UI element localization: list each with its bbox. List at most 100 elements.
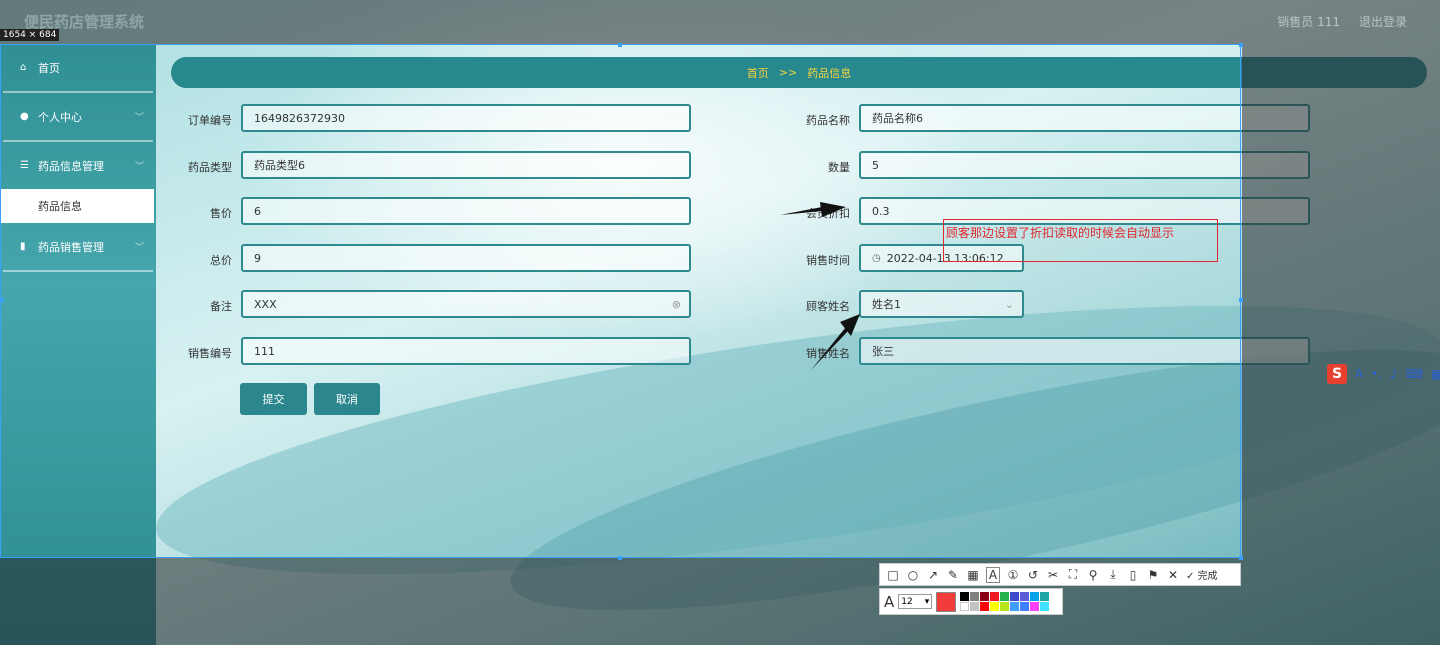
arrow-tool-icon[interactable]: ↗ <box>926 568 940 582</box>
sidebar-item-drug-info-management[interactable]: ☰ 药品信息管理 ﹀ <box>0 142 156 189</box>
order-no-value: 1649826372930 <box>254 111 345 125</box>
color-swatch[interactable] <box>1020 592 1030 601</box>
top-header: 便民药店管理系统 销售员 111 退出登录 <box>0 0 1440 44</box>
sidebar-item-label: 首页 <box>38 61 60 75</box>
screenshot-toolbar: □ ○ ↗ ✎ ▦ A ① ↺ ✂ ⛶ ⚲ ⤓ ▯ ⚑ ✕ ✓ 完成 <box>879 563 1241 586</box>
undo-icon[interactable]: ↺ <box>1026 568 1040 582</box>
drug-name-value: 药品名称6 <box>872 112 923 125</box>
download-icon[interactable]: ⤓ <box>1106 567 1120 582</box>
color-swatch[interactable] <box>970 602 980 611</box>
color-swatch[interactable] <box>1040 592 1050 601</box>
dim-overlay <box>1242 44 1440 558</box>
number-tool-icon[interactable]: ① <box>1006 568 1020 582</box>
sidebar-item-label: 药品销售管理 <box>38 240 104 254</box>
close-icon[interactable]: ✕ <box>1166 568 1180 582</box>
breadcrumb-current: 药品信息 <box>807 66 852 80</box>
rectangle-tool-icon[interactable]: □ <box>886 568 900 582</box>
drug-type-label: 药品类型 <box>188 161 232 174</box>
color-swatch[interactable] <box>990 602 1000 611</box>
remark-label: 备注 <box>210 300 232 313</box>
order-no-field[interactable]: 1649826372930 <box>241 104 691 132</box>
text-tool-icon[interactable]: A <box>986 566 1000 583</box>
member-discount-label: 会员折扣 <box>806 207 850 220</box>
color-swatch[interactable] <box>1030 592 1040 601</box>
color-swatch[interactable] <box>1010 592 1020 601</box>
color-swatch[interactable] <box>1040 602 1050 611</box>
ime-mode[interactable]: A <box>1355 367 1363 381</box>
breadcrumb-separator: >> <box>778 66 798 79</box>
font-size-select[interactable]: 12 ▾ <box>898 594 933 609</box>
chevron-down-icon: ⌄ <box>1004 297 1014 311</box>
pen-tool-icon[interactable]: ✎ <box>946 568 960 582</box>
phone-icon[interactable]: ▯ <box>1126 568 1140 582</box>
color-swatch[interactable] <box>1030 602 1040 611</box>
sale-time-label: 销售时间 <box>806 254 850 267</box>
chevron-down-icon: ﹀ <box>134 162 144 172</box>
color-swatch[interactable] <box>990 592 1000 601</box>
bookmark-icon[interactable]: ⚑ <box>1146 568 1160 582</box>
scissors-icon[interactable]: ✂ <box>1046 568 1060 582</box>
drug-type-field[interactable]: 药品类型6 <box>241 151 691 179</box>
fullscreen-icon[interactable]: ⛶ <box>1066 567 1080 582</box>
chevron-down-icon: ▾ <box>924 596 930 607</box>
sidebar-subitem-drug-info[interactable]: 药品信息 <box>0 189 154 223</box>
seller-name-label: 销售姓名 <box>806 347 850 360</box>
chevron-down-icon: ﹀ <box>134 113 144 123</box>
resize-handle[interactable] <box>618 43 622 47</box>
ime-logo-icon[interactable]: S <box>1327 364 1347 384</box>
clear-icon[interactable]: ⊗ <box>672 298 681 311</box>
done-button[interactable]: ✓ 完成 <box>1186 567 1218 582</box>
sidebar-item-label: 药品信息管理 <box>38 159 104 173</box>
resize-handle[interactable] <box>0 298 4 302</box>
user-icon: ● <box>20 111 29 122</box>
drug-type-value: 药品类型6 <box>254 159 305 172</box>
sale-no-label: 销售编号 <box>188 347 232 360</box>
sidebar-item-label: 个人中心 <box>38 110 82 124</box>
chart-icon: ▮ <box>20 241 26 252</box>
ime-toolbar: S A •, ♪ ⌨ ▦ <box>1327 364 1440 384</box>
cancel-button[interactable]: 取消 <box>314 383 380 415</box>
sale-no-field[interactable]: 111 <box>241 337 691 365</box>
color-swatch[interactable] <box>1000 602 1010 611</box>
font-icon: A <box>884 592 895 611</box>
punctuation-icon[interactable]: •, <box>1371 367 1382 381</box>
annotation-text[interactable]: 顾客那边设置了折扣读取的时候会自动显示 <box>946 224 1174 241</box>
sidebar-item-drug-sales-management[interactable]: ▮ 药品销售管理 ﹀ <box>0 223 156 270</box>
color-swatch[interactable] <box>970 592 980 601</box>
breadcrumb: 首页 >> 药品信息 <box>171 57 1427 88</box>
color-swatch[interactable] <box>980 602 990 611</box>
color-swatch[interactable] <box>980 592 990 601</box>
resize-handle[interactable] <box>1239 298 1243 302</box>
resize-handle[interactable] <box>1239 43 1243 47</box>
color-swatch[interactable] <box>960 602 970 611</box>
submit-button[interactable]: 提交 <box>240 383 307 415</box>
home-icon: ⌂ <box>20 62 27 73</box>
ellipse-tool-icon[interactable]: ○ <box>906 568 920 582</box>
remark-field[interactable]: XXX ⊗ <box>241 290 691 318</box>
order-no-label: 订单编号 <box>188 114 232 127</box>
color-swatch[interactable] <box>1010 602 1020 611</box>
customer-name-select[interactable]: 姓名1 ⌄ <box>859 290 1024 318</box>
breadcrumb-home[interactable]: 首页 <box>747 65 769 81</box>
color-palette <box>960 592 1050 611</box>
done-label: 完成 <box>1197 571 1218 582</box>
color-swatch[interactable] <box>960 592 970 601</box>
sidebar-item-personal-center[interactable]: ● 个人中心 ﹀ <box>0 93 156 140</box>
customer-name-value: 姓名1 <box>872 298 901 311</box>
pin-icon[interactable]: ⚲ <box>1086 568 1100 582</box>
logout-link[interactable]: 退出登录 <box>1359 13 1407 30</box>
microphone-icon[interactable]: ♪ <box>1390 367 1398 381</box>
color-swatch[interactable] <box>1000 592 1010 601</box>
current-color-swatch[interactable] <box>936 591 957 612</box>
resize-handle[interactable] <box>1239 556 1243 560</box>
sale-no-value: 111 <box>254 344 275 358</box>
grid-icon[interactable]: ▦ <box>1431 367 1440 381</box>
total-field[interactable]: 9 <box>241 244 691 272</box>
keyboard-icon[interactable]: ⌨ <box>1406 367 1423 381</box>
color-swatch[interactable] <box>1020 602 1030 611</box>
mosaic-tool-icon[interactable]: ▦ <box>966 568 980 582</box>
customer-name-label: 顾客姓名 <box>806 300 850 313</box>
sidebar-item-home[interactable]: ⌂ 首页 <box>0 44 156 91</box>
resize-handle[interactable] <box>618 556 622 560</box>
price-field[interactable]: 6 <box>241 197 691 225</box>
